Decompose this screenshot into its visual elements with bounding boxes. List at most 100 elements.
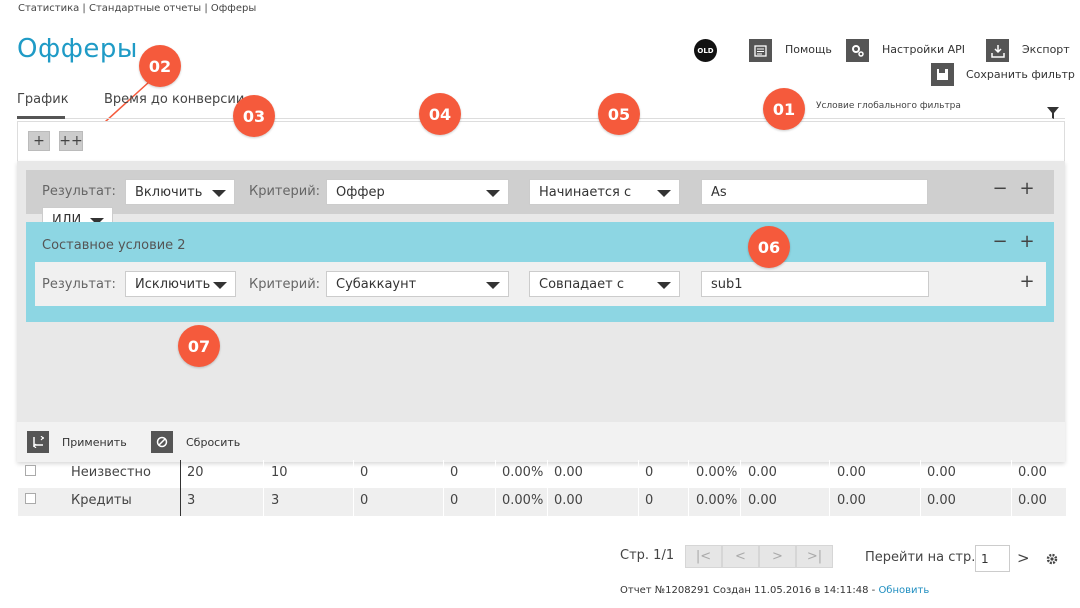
add-condition-row-button[interactable]: + [1019,180,1035,198]
table-row[interactable]: Неизвестно 20 10 0 0 0.00% 0.00 0 0.00% … [18,460,1066,488]
page-indicator: Стр. 1/1 [620,548,675,563]
cell: 10 [271,465,288,480]
add-compound-button[interactable]: + [1019,233,1035,251]
compound-criterion-label: Критерий: [249,277,321,292]
goto-page-input[interactable]: 1 [975,545,1010,572]
refresh-link[interactable]: Обновить [878,585,929,596]
criterion-select[interactable]: Оффер [326,179,509,205]
breadcrumb[interactable]: Статистика | Стандартные отчеты | Офферы [18,3,256,14]
goto-page-label: Перейти на стр. [865,550,976,565]
chevron-down-icon [213,282,227,289]
table-row[interactable]: Кредиты 3 3 0 0 0.00% 0.00 0 0.00% 0.00 … [18,488,1066,516]
cell: 0.00 [1018,465,1047,480]
tabs-divider [17,118,1065,119]
remove-compound-button[interactable]: − [992,233,1008,251]
page-title: Офферы [17,34,138,64]
compound-result-value: Исключить [135,276,211,292]
gear-icon[interactable] [846,39,869,62]
callout-02: 02 [139,45,181,87]
cell: 0 [645,493,654,508]
cell: 0.00 [748,465,777,480]
export-icon[interactable] [986,39,1009,62]
gear-icon[interactable] [1045,551,1059,570]
row-checkbox[interactable] [25,493,36,504]
condition-value-input[interactable]: As [701,179,928,205]
report-info: Отчет №1208291 Создан 11.05.2016 в 14:11… [620,585,929,596]
filter-footer [17,422,1065,462]
chevron-down-icon [486,282,500,289]
first-page-button[interactable]: |< [685,545,722,568]
criterion-select-value: Оффер [336,184,385,200]
result-select[interactable]: Включить [125,179,235,205]
cell: 0 [360,465,369,480]
next-page-button[interactable]: > [759,545,796,568]
cell: 0.00% [502,465,544,480]
report-text: Отчет №1208291 Создан 11.05.2016 в 14:11… [620,585,879,596]
old-version-badge[interactable]: OLD [694,39,717,62]
cell: 0.00% [502,493,544,508]
cell: 0 [360,493,369,508]
compound-condition-title: Составное условие 2 [42,238,186,253]
reset-icon[interactable] [151,431,173,453]
cell: 3 [187,493,196,508]
operator-select-value: Начинается с [539,184,632,200]
global-filter-label: Условие глобального фильтра [816,101,961,111]
add-condition-button[interactable]: + [28,131,50,151]
cell: 0 [645,465,654,480]
cell: 0 [450,493,459,508]
cell: 0.00 [837,493,866,508]
compound-operator-value: Совпадает с [539,276,624,292]
callout-04: 04 [419,93,461,135]
add-compound-condition-button[interactable]: ++ [59,131,83,151]
cell: 0.00 [837,465,866,480]
save-icon[interactable] [931,63,954,86]
filter-toolbar [17,121,1065,161]
cell: 0.00 [927,493,956,508]
export-link[interactable]: Экспорт [1022,43,1070,56]
cell: 0.00 [927,465,956,480]
row-name: Кредиты [71,493,132,508]
callout-01: 01 [763,88,805,130]
last-page-button[interactable]: >| [796,545,833,568]
compound-operator-select[interactable]: Совпадает с [529,271,680,297]
row-checkbox[interactable] [25,465,36,476]
callout-07: 07 [178,325,220,367]
cell: 0.00 [554,465,583,480]
cell: 0 [450,465,459,480]
save-filter-link[interactable]: Сохранить фильтр [966,68,1075,81]
row-name: Неизвестно [71,465,151,480]
compound-add-row-button[interactable]: + [1019,273,1035,291]
tab-chart[interactable]: График [17,92,69,107]
compound-criterion-select[interactable]: Субаккаунт [326,271,509,297]
cell: 0.00% [696,465,738,480]
apply-button[interactable]: Применить [62,436,127,449]
remove-condition-button[interactable]: − [992,180,1008,198]
help-link[interactable]: Помощь [785,43,832,56]
cell: 0.00 [1018,493,1047,508]
chevron-down-icon [212,190,226,197]
compound-result-select[interactable]: Исключить [125,271,236,297]
chevron-down-icon [657,282,671,289]
criterion-label: Критерий: [249,184,321,199]
help-icon[interactable] [749,39,772,62]
apply-icon[interactable] [27,431,49,453]
reset-button[interactable]: Сбросить [186,436,240,449]
api-settings-link[interactable]: Настройки API [882,43,965,56]
cell: 0.00 [554,493,583,508]
compound-value-input[interactable]: sub1 [701,271,929,297]
cell: 0.00 [748,493,777,508]
prev-page-button[interactable]: < [722,545,759,568]
chevron-down-icon [486,190,500,197]
tab-active-indicator [17,116,65,119]
cell: 0.00% [696,493,738,508]
cell: 3 [271,493,280,508]
callout-03: 03 [233,95,275,137]
tab-time-to-conversion[interactable]: Время до конверсии [104,92,244,107]
goto-page-button[interactable]: > [1017,549,1030,567]
result-label: Результат: [42,184,116,199]
callout-06: 06 [748,226,790,268]
operator-select[interactable]: Начинается с [529,179,680,205]
cell: 20 [187,465,204,480]
result-select-value: Включить [135,184,203,200]
compound-result-label: Результат: [42,277,116,292]
